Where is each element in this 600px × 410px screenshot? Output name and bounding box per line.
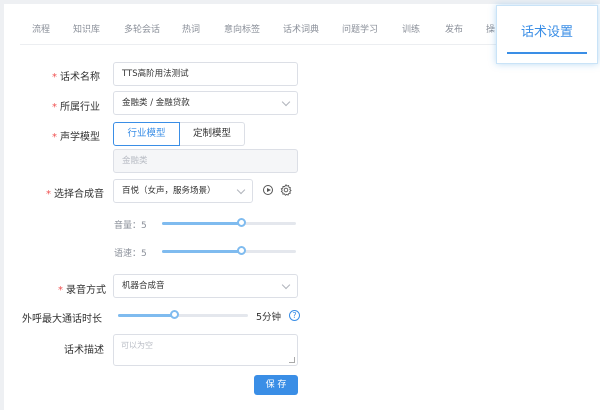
tab-knowledge-base[interactable]: 知识库 xyxy=(73,22,100,35)
speed-slider[interactable] xyxy=(162,246,296,255)
acoustic-option-industry[interactable]: 行业模型 xyxy=(113,122,180,146)
record-method-label: * 录音方式 xyxy=(58,285,106,296)
save-button[interactable]: 保 存 xyxy=(254,375,298,395)
acoustic-option-custom[interactable]: 定制模型 xyxy=(180,122,245,146)
chevron-down-icon xyxy=(281,97,291,107)
name-input[interactable]: TTS高阶用法测试 xyxy=(113,62,298,86)
voice-label: * 选择合成音 xyxy=(46,189,104,200)
question-circle-icon[interactable]: ? xyxy=(289,310,300,321)
tab-question-learning[interactable]: 问题学习 xyxy=(342,22,378,35)
acoustic-category-field: 金融类 xyxy=(113,149,298,173)
tab-script-settings[interactable]: 话术设置 xyxy=(496,5,598,64)
chevron-down-icon xyxy=(281,280,291,290)
max-duration-slider-fill xyxy=(118,314,176,317)
record-method-value: 机器合成音 xyxy=(122,281,165,291)
speed-value: 5 xyxy=(141,249,147,259)
voice-value: 百悦（女声，服务场景） xyxy=(122,186,216,196)
industry-value: 金融类 / 金融贷款 xyxy=(122,98,190,108)
active-tab-indicator xyxy=(507,52,587,54)
play-triangle xyxy=(267,188,271,192)
tab-flow[interactable]: 流程 xyxy=(32,22,50,35)
chevron-down-icon xyxy=(236,185,246,195)
speed-slider-fill xyxy=(162,250,243,253)
tab-training[interactable]: 训练 xyxy=(402,22,420,35)
industry-label: * 所属行业 xyxy=(52,102,100,113)
max-duration-slider[interactable] xyxy=(118,310,248,319)
tab-multi-turn[interactable]: 多轮会话 xyxy=(124,22,160,35)
tab-hot-words[interactable]: 热词 xyxy=(182,22,200,35)
name-label: * 话术名称 xyxy=(52,72,100,83)
volume-slider-fill xyxy=(162,222,243,225)
tab-script-settings-label: 话术设置 xyxy=(520,25,573,40)
tab-more[interactable]: 操 xyxy=(486,22,495,35)
required-mark: * xyxy=(58,285,63,296)
speed-label: 语速：5 xyxy=(114,249,147,259)
volume-label: 音量：5 xyxy=(114,221,147,231)
max-duration-label: 外呼最大通话时长 xyxy=(22,314,102,325)
industry-select[interactable]: 金融类 / 金融贷款 xyxy=(113,91,298,115)
description-label: 话术描述 xyxy=(64,345,104,356)
description-textarea[interactable]: 可以为空 xyxy=(113,334,298,366)
play-circle-icon[interactable] xyxy=(263,185,273,195)
max-duration-value: 5分钟 xyxy=(256,312,282,323)
acoustic-label: * 声学模型 xyxy=(52,132,100,143)
tab-intent-labels[interactable]: 意向标签 xyxy=(224,22,260,35)
record-method-select[interactable]: 机器合成音 xyxy=(113,274,298,298)
required-mark: * xyxy=(46,189,51,200)
volume-value: 5 xyxy=(141,221,147,231)
gear-icon[interactable] xyxy=(280,184,292,196)
tab-bar-divider xyxy=(20,44,500,45)
required-mark: * xyxy=(52,132,57,143)
required-mark: * xyxy=(52,72,57,83)
voice-select[interactable]: 百悦（女声，服务场景） xyxy=(113,179,253,203)
tab-publish[interactable]: 发布 xyxy=(445,22,463,35)
description-placeholder: 可以为空 xyxy=(121,341,153,350)
resize-handle[interactable] xyxy=(289,357,295,363)
volume-slider[interactable] xyxy=(162,218,296,227)
required-mark: * xyxy=(52,102,57,113)
tab-dictionary[interactable]: 话术词典 xyxy=(283,22,319,35)
